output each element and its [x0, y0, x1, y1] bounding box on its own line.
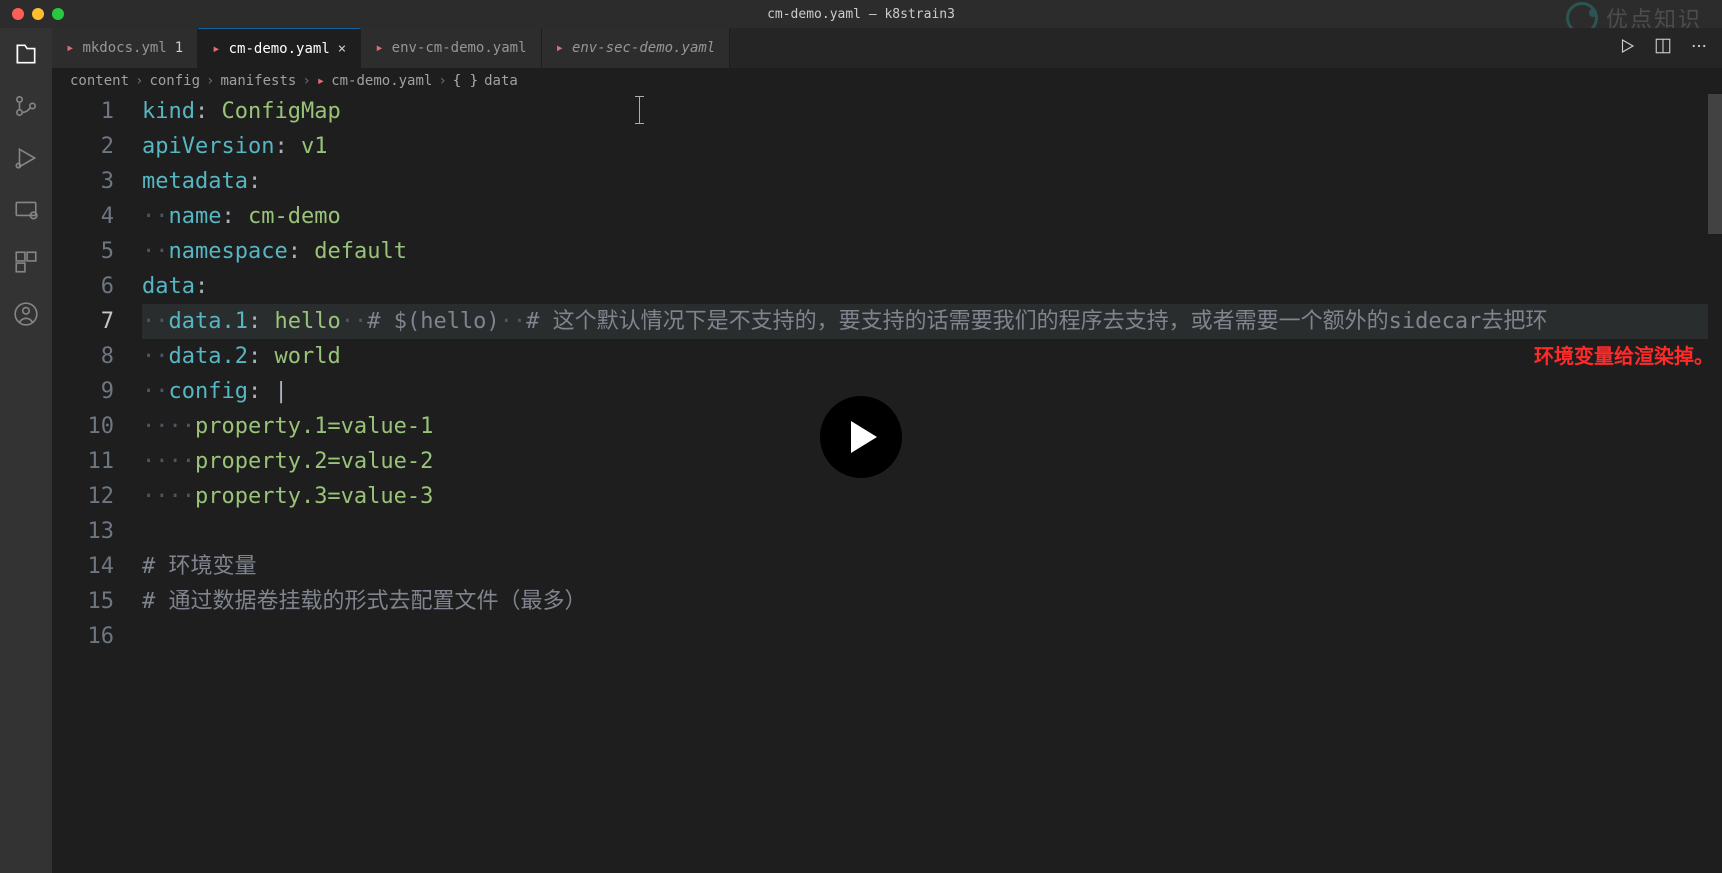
line-number: 13: [52, 514, 114, 549]
tab-env-cm-demo[interactable]: ▸ env-cm-demo.yaml: [361, 28, 541, 68]
code-line[interactable]: ····property.2=value-2: [142, 444, 1722, 479]
tab-label: mkdocs.yml: [82, 40, 166, 56]
line-number: 16: [52, 619, 114, 654]
yaml-file-icon: ▸: [212, 41, 220, 57]
activity-bar: [0, 28, 52, 873]
breadcrumb-part[interactable]: config: [149, 73, 200, 89]
tab-mkdocs[interactable]: ▸ mkdocs.yml 1: [52, 28, 198, 68]
code-line[interactable]: ····property.3=value-3: [142, 479, 1722, 514]
tab-env-sec-demo[interactable]: ▸ env-sec-demo.yaml: [542, 28, 731, 68]
code-content[interactable]: kind: ConfigMap apiVersion: v1 metadata:…: [142, 94, 1722, 873]
breadcrumb-part[interactable]: manifests: [220, 73, 296, 89]
minimize-window-button[interactable]: [32, 8, 44, 20]
code-line[interactable]: ··name: cm-demo: [142, 199, 1722, 234]
code-line[interactable]: ··namespace: default: [142, 234, 1722, 269]
chevron-right-icon: ›: [302, 73, 310, 89]
line-number: 2: [52, 129, 114, 164]
maximize-window-button[interactable]: [52, 8, 64, 20]
chevron-right-icon: ›: [206, 73, 214, 89]
code-line[interactable]: [142, 619, 1722, 654]
annotation-red: 环境变量给渲染掉。: [1534, 339, 1714, 374]
code-line[interactable]: ··config: |: [142, 374, 1722, 409]
breadcrumb[interactable]: content › config › manifests › ▸ cm-demo…: [52, 68, 1722, 94]
line-number: 9: [52, 374, 114, 409]
titlebar: cm-demo.yaml — k8strain3 优点知识: [0, 0, 1722, 28]
code-line[interactable]: data:: [142, 269, 1722, 304]
minimap-thumb[interactable]: [1708, 94, 1722, 234]
run-icon[interactable]: [1618, 37, 1636, 59]
breadcrumb-symbol[interactable]: data: [484, 73, 518, 89]
line-gutter: 1 2 3 4 5 6 7 8 9 10 11 12 13 14 15 16: [52, 94, 142, 873]
split-editor-icon[interactable]: [1654, 37, 1672, 59]
line-number: 4: [52, 199, 114, 234]
code-line[interactable]: kind: ConfigMap: [142, 94, 1722, 129]
close-window-button[interactable]: [12, 8, 24, 20]
breadcrumb-part[interactable]: content: [70, 73, 129, 89]
account-icon[interactable]: [12, 300, 40, 328]
remote-icon[interactable]: [12, 196, 40, 224]
source-control-icon[interactable]: [12, 92, 40, 120]
explorer-icon[interactable]: [12, 40, 40, 68]
tab-label: env-cm-demo.yaml: [392, 40, 527, 56]
code-line[interactable]: ··data.2: world环境变量给渲染掉。: [142, 339, 1722, 374]
line-number: 12: [52, 479, 114, 514]
window-title: cm-demo.yaml — k8strain3: [767, 7, 955, 22]
tab-cm-demo[interactable]: ▸ cm-demo.yaml ×: [198, 28, 361, 68]
yaml-file-icon: ▸: [66, 40, 74, 56]
code-line[interactable]: # 环境变量: [142, 549, 1722, 584]
tab-bar: ▸ mkdocs.yml 1 ▸ cm-demo.yaml × ▸ env-cm…: [52, 28, 1722, 68]
brace-icon: { }: [453, 73, 478, 89]
code-editor[interactable]: 1 2 3 4 5 6 7 8 9 10 11 12 13 14 15 16 k…: [52, 94, 1722, 873]
line-number: 3: [52, 164, 114, 199]
line-number: 1: [52, 94, 114, 129]
chevron-right-icon: ›: [135, 73, 143, 89]
breadcrumb-file[interactable]: cm-demo.yaml: [331, 73, 432, 89]
code-line[interactable]: apiVersion: v1: [142, 129, 1722, 164]
chevron-right-icon: ›: [438, 73, 446, 89]
line-number: 14: [52, 549, 114, 584]
code-line-active[interactable]: ··data.1: hello··# $(hello)··# 这个默认情况下是不…: [142, 304, 1722, 339]
tab-label: env-sec-demo.yaml: [572, 40, 715, 56]
yaml-file-icon: ▸: [556, 40, 564, 56]
yaml-file-icon: ▸: [375, 40, 383, 56]
tab-label: cm-demo.yaml: [229, 41, 330, 57]
code-line[interactable]: metadata:: [142, 164, 1722, 199]
tab-badge: 1: [175, 40, 183, 56]
editor-actions: [1618, 28, 1722, 68]
line-number: 10: [52, 409, 114, 444]
yaml-file-icon: ▸: [317, 73, 325, 89]
line-number: 8: [52, 339, 114, 374]
code-line[interactable]: [142, 514, 1722, 549]
window-controls: [0, 8, 64, 20]
extensions-icon[interactable]: [12, 248, 40, 276]
close-icon[interactable]: ×: [338, 41, 346, 57]
code-line[interactable]: # 通过数据卷挂载的形式去配置文件（最多）: [142, 584, 1722, 619]
line-number: 5: [52, 234, 114, 269]
line-number: 11: [52, 444, 114, 479]
text-cursor: [639, 96, 640, 124]
line-number: 6: [52, 269, 114, 304]
minimap[interactable]: [1708, 94, 1722, 774]
more-icon[interactable]: [1690, 37, 1708, 59]
run-debug-icon[interactable]: [12, 144, 40, 172]
code-line[interactable]: ····property.1=value-1: [142, 409, 1722, 444]
line-number: 15: [52, 584, 114, 619]
video-play-button[interactable]: [820, 396, 902, 478]
